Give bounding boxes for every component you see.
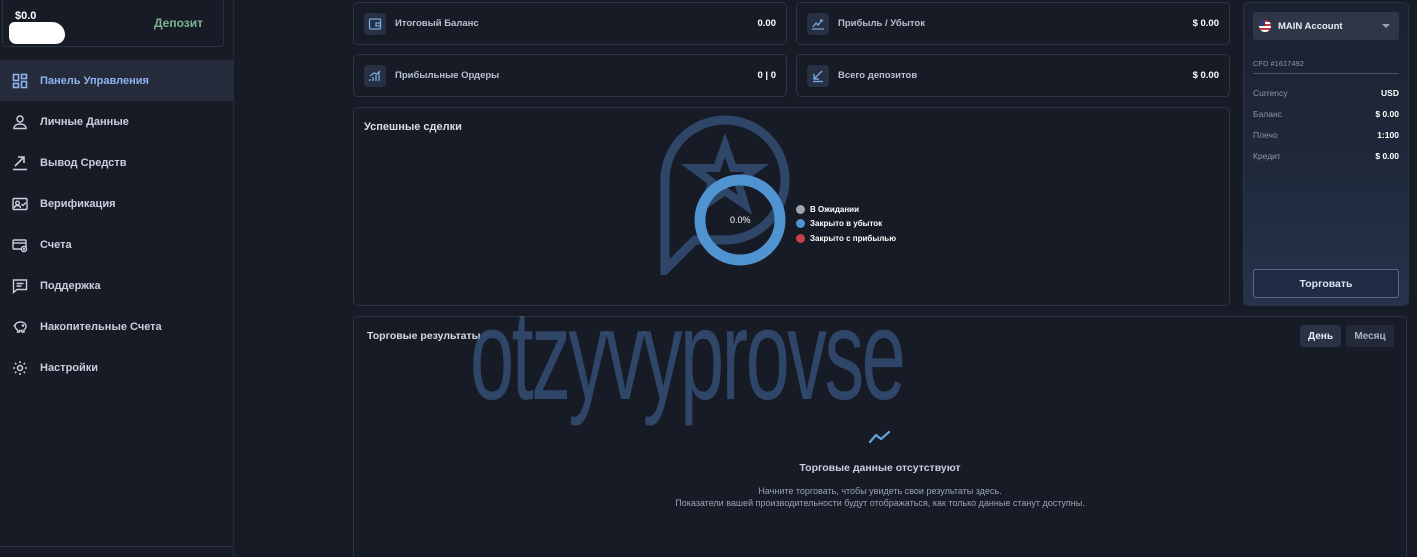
sidebar-item-label: Настройки: [40, 361, 99, 374]
id-card-icon: [12, 196, 28, 212]
stat-card-profitable-orders: Прибыльные Ордеры 0 | 0: [353, 54, 787, 97]
account-select[interactable]: MAIN Account: [1253, 12, 1399, 40]
dashboard-icon: [12, 73, 28, 89]
legend-dot: [796, 219, 805, 229]
legend-label: В Ожидании: [810, 204, 860, 214]
stat-value: 0.00: [757, 18, 777, 29]
gear-icon: [12, 360, 28, 376]
account-name: MAIN Account: [1278, 20, 1343, 32]
section-title: Успешные сделки: [364, 121, 462, 133]
empty-state-text: Начните торговать, чтобы увидеть свои ре…: [758, 486, 1002, 496]
sidebar-item-label: Верификация: [40, 197, 116, 210]
divider: [1253, 73, 1399, 74]
deposit-link[interactable]: Депозит: [154, 16, 203, 30]
chat-icon: [12, 278, 28, 294]
redaction-mask: [9, 22, 65, 44]
legend-label: Закрыто с прибылью: [810, 233, 897, 243]
account-row-balance: Баланс $ 0.00: [1253, 109, 1399, 119]
arrow-down-left-icon: [807, 64, 829, 87]
stat-value: $ 0.00: [1192, 18, 1219, 29]
bar-chart-icon: [364, 64, 386, 87]
row-key: Кредит: [1253, 151, 1281, 161]
stat-label: Прибыльные Ордеры: [395, 70, 500, 81]
account-panel: MAIN Account CFD #1617492 Currency USD Б…: [1243, 2, 1409, 306]
successful-trades-card: [353, 107, 1230, 306]
section-title: Торговые результаты: [367, 330, 481, 342]
sidebar-item-personal-data[interactable]: Личные Данные: [0, 101, 233, 142]
legend-item-closed-loss: Закрыто в убыток: [796, 217, 896, 232]
sidebar-item-label: Счета: [40, 238, 72, 251]
empty-state-title: Торговые данные отсутствуют: [799, 462, 961, 474]
card-icon: [12, 237, 28, 253]
stat-label: Прибыль / Убыток: [838, 18, 925, 29]
row-value: $ 0.00: [1375, 109, 1399, 119]
row-key: Баланс: [1253, 109, 1282, 119]
chart-legend: В Ожидании Закрыто в убыток Закрыто с пр…: [796, 202, 896, 246]
row-value: $ 0.00: [1375, 151, 1399, 161]
stat-card-total-deposits: Всего депозитов $ 0.00: [796, 54, 1230, 97]
sidebar-item-accounts[interactable]: Счета: [0, 224, 233, 265]
legend-label: Закрыто в убыток: [810, 219, 883, 229]
period-day-button[interactable]: День: [1300, 325, 1341, 347]
app-root: $0.0 Депозит Панель Управления Личные Да…: [0, 0, 1417, 557]
donut-center-label: 0.0%: [730, 215, 751, 225]
sidebar-item-support[interactable]: Поддержка: [0, 265, 233, 306]
legend-dot: [796, 233, 805, 243]
sidebar-item-label: Накопительные Счета: [40, 320, 162, 333]
trend-line-icon: [869, 430, 891, 444]
empty-state-text: Показатели вашей производительности буду…: [675, 498, 1085, 508]
sidebar: $0.0 Депозит Панель Управления Личные Да…: [0, 0, 234, 557]
sidebar-item-label: Личные Данные: [40, 115, 129, 128]
account-row-credit: Кредит $ 0.00: [1253, 151, 1399, 161]
stat-value: $ 0.00: [1192, 70, 1219, 81]
row-key: Плечо: [1253, 130, 1278, 140]
account-row-leverage: Плечо 1:100: [1253, 130, 1399, 140]
sidebar-item-verification[interactable]: Верификация: [0, 183, 233, 224]
sidebar-item-settings[interactable]: Настройки: [0, 347, 233, 388]
chart-line-icon: [807, 12, 829, 35]
stat-label: Итоговый Баланс: [395, 18, 479, 29]
user-icon: [12, 114, 28, 130]
legend-dot: [796, 204, 805, 214]
row-value: USD: [1381, 88, 1399, 98]
divider: [0, 546, 233, 547]
piggy-bank-icon: [12, 319, 28, 335]
sidebar-nav: Панель Управления Личные Данные Вывод Ср…: [0, 60, 233, 388]
stat-label: Всего депозитов: [838, 70, 918, 81]
balance-amount: $0.0: [15, 10, 37, 22]
row-key: Currency: [1253, 88, 1288, 98]
legend-item-pending: В Ожидании: [796, 202, 896, 217]
stat-card-profit-loss: Прибыль / Убыток $ 0.00: [796, 2, 1230, 45]
sidebar-item-withdraw[interactable]: Вывод Средств: [0, 142, 233, 183]
us-flag-icon: [1259, 20, 1271, 32]
account-id: CFD #1617492: [1253, 59, 1304, 68]
sidebar-item-label: Поддержка: [40, 279, 101, 292]
sidebar-item-savings[interactable]: Накопительные Счета: [0, 306, 233, 347]
period-month-button[interactable]: Месяц: [1346, 325, 1394, 347]
legend-item-closed-profit: Закрыто с прибылью: [796, 231, 896, 246]
balance-box: $0.0 Депозит: [2, 0, 224, 47]
chevron-down-icon: [1382, 24, 1390, 28]
account-row-currency: Currency USD: [1253, 88, 1399, 98]
wallet-icon: [364, 12, 386, 35]
stat-card-total-balance: Итоговый Баланс 0.00: [353, 2, 787, 45]
withdraw-icon: [12, 155, 28, 171]
sidebar-item-dashboard[interactable]: Панель Управления: [0, 60, 233, 101]
sidebar-item-label: Вывод Средств: [40, 156, 127, 169]
sidebar-item-label: Панель Управления: [40, 74, 149, 87]
trade-button[interactable]: Торговать: [1253, 269, 1399, 298]
stat-value: 0 | 0: [757, 70, 776, 81]
row-value: 1:100: [1377, 130, 1399, 140]
